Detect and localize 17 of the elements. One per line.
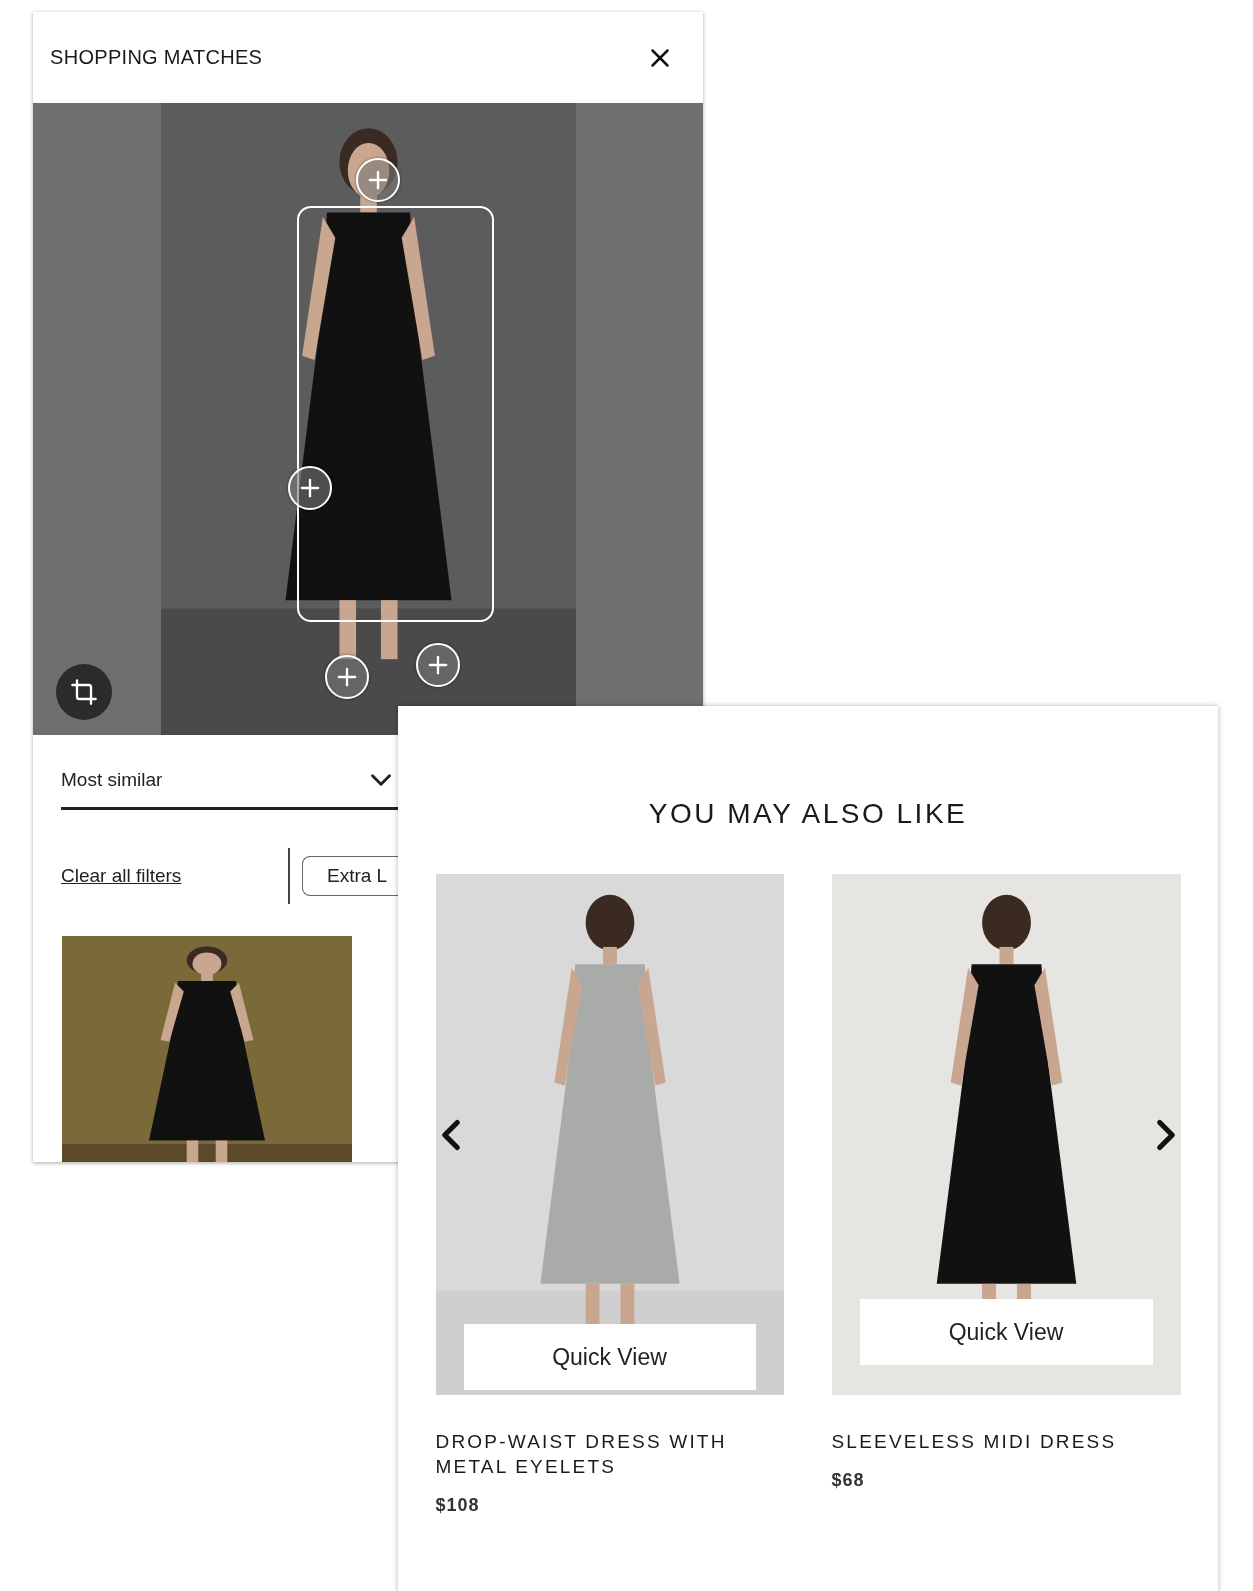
product-price: $108 [435,1495,481,1516]
selection-frame[interactable] [297,206,494,622]
quick-view-button[interactable]: Quick View [859,1299,1153,1365]
crop-icon [70,678,98,706]
add-hotspot-button[interactable] [356,158,400,202]
product-name[interactable]: DROP-WAIST DRESS WITH METAL EYELETS [435,1429,784,1479]
clear-filters-link[interactable]: Clear all filters [61,865,288,888]
add-hotspot-button[interactable] [325,655,369,699]
add-hotspot-button[interactable] [416,643,460,687]
quick-view-button[interactable]: Quick View [463,1324,756,1390]
product-price: $68 [831,1470,866,1491]
panel-title: SHOPPING MATCHES [50,46,263,69]
crop-button[interactable] [56,664,112,720]
product-name[interactable]: SLEEVELESS MIDI DRESS [831,1429,1181,1454]
add-hotspot-button[interactable] [288,466,332,510]
section-title: YOU MAY ALSO LIKE [648,798,968,830]
filter-chip[interactable]: Extra L [302,856,398,897]
